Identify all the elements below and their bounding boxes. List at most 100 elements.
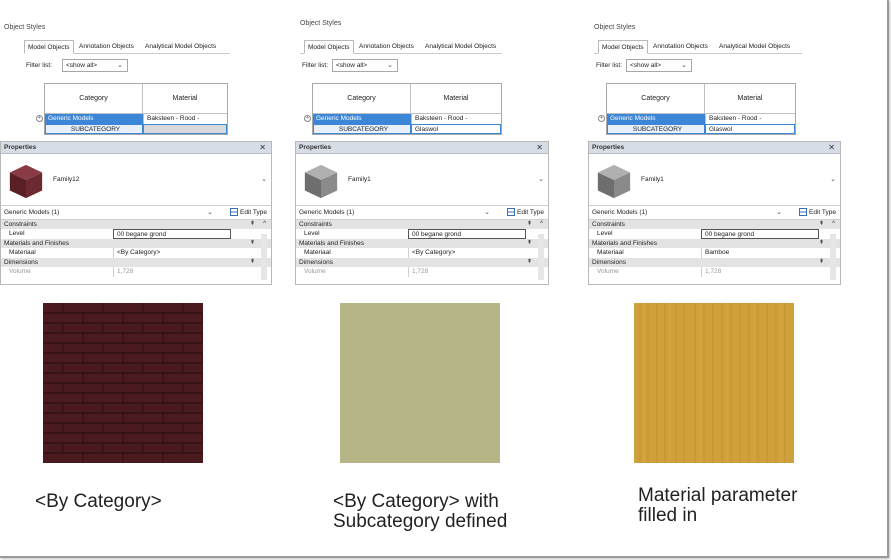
tab-annotation-objects[interactable]: Annotation Objects [76, 40, 137, 54]
row-sub-material[interactable]: Glaswol [705, 124, 795, 134]
material-swatch-bamboe [634, 303, 794, 463]
column-header-material[interactable]: Material [411, 84, 501, 113]
section-constraints[interactable]: Constraints ⇞ ^ [296, 220, 548, 229]
section-dimensions[interactable]: Dimensions ⇞ [1, 258, 271, 267]
section-materials[interactable]: Materials and Finishes ⇞ [1, 239, 271, 248]
type-selector[interactable]: Family12 ⌄ [1, 154, 271, 206]
cube-icon [597, 164, 631, 199]
instance-selector[interactable]: Generic Models (1) ⌄ Edit Type [296, 206, 548, 220]
table-row[interactable]: + Generic Models Baksteen - Rood - [304, 114, 501, 124]
volume-value: 1,728 [701, 267, 819, 277]
row-material[interactable]: Baksteen - Rood - [705, 114, 795, 124]
edit-type-button[interactable]: Edit Type [507, 206, 544, 220]
properties-palette: Properties ✕ Family12 ⌄ Generic Models (1… [0, 141, 272, 285]
table-row[interactable]: SUBCATEGORY Glaswol [607, 124, 795, 134]
instance-selector[interactable]: Generic Models (1) ⌄ Edit Type [1, 206, 271, 220]
instance-selector[interactable]: Generic Models (1) ⌄ Edit Type [589, 206, 840, 220]
edit-type-button[interactable]: Edit Type [230, 206, 267, 220]
chevron-down-icon[interactable]: ⌄ [776, 206, 782, 220]
filter-select[interactable]: <show all> ⌄ [332, 59, 398, 72]
table-row[interactable]: + Generic Models Baksteen - Rood - [36, 114, 227, 124]
row-material[interactable]: Baksteen - Rood - [143, 114, 227, 124]
instance-label: Generic Models (1) [592, 209, 648, 216]
collapse-icon[interactable]: ⇞ [819, 239, 824, 248]
scroll-up-icon[interactable]: ^ [540, 220, 543, 229]
column-header-category[interactable]: Category [313, 84, 411, 113]
chevron-down-icon: ⌄ [681, 62, 687, 69]
type-selector[interactable]: Family1 ⌄ [589, 154, 840, 206]
tab-annotation-objects[interactable]: Annotation Objects [650, 40, 711, 54]
section-dimensions[interactable]: Dimensions ⇞ [589, 258, 840, 267]
material-value[interactable]: <By Category> [408, 248, 526, 258]
tab-annotation-objects[interactable]: Annotation Objects [356, 40, 417, 54]
close-icon[interactable]: ✕ [536, 142, 543, 154]
chevron-down-icon[interactable]: ⌄ [207, 206, 213, 220]
level-value[interactable]: 00 begane grond [701, 229, 819, 239]
tab-model-objects[interactable]: Model Objects [598, 40, 648, 54]
column-header-category[interactable]: Category [607, 84, 705, 113]
tab-analytical-model-objects[interactable]: Analytical Model Objects [422, 40, 499, 54]
row-material[interactable]: Baksteen - Rood - [411, 114, 501, 124]
slide: Object Styles Model Objects Annotation O… [0, 0, 889, 558]
material-label: Materiaal [9, 249, 36, 256]
table-row[interactable]: + Generic Models Baksteen - Rood - [598, 114, 795, 124]
scroll-up-icon[interactable]: ^ [263, 220, 266, 229]
tab-strip: Model Objects Annotation Objects Analyti… [594, 40, 802, 54]
collapse-icon[interactable]: ⇞ [250, 220, 255, 229]
cube-icon [9, 164, 43, 199]
collapse-icon[interactable]: ⇞ [250, 258, 255, 267]
collapse-icon[interactable]: ⇞ [527, 239, 532, 248]
column-header-material[interactable]: Material [143, 84, 227, 113]
table-row[interactable]: SUBCATEGORY Glaswol [313, 124, 501, 134]
filter-select[interactable]: <show all> ⌄ [626, 59, 692, 72]
chevron-down-icon: ⌄ [387, 62, 393, 69]
scroll-up-icon[interactable]: ^ [832, 220, 835, 229]
table-row[interactable]: SUBCATEGORY [45, 124, 227, 134]
volume-label: Volume [304, 268, 326, 275]
filter-value: <show all> [336, 62, 368, 69]
row-sub-material[interactable] [143, 124, 227, 134]
category-table: Category Material + Generic Models Bakste… [36, 83, 228, 135]
volume-value: 1,728 [408, 267, 526, 277]
row-sub-material[interactable]: Glaswol [411, 124, 501, 134]
row-category: Generic Models [48, 115, 94, 122]
collapse-icon[interactable]: ⇞ [250, 239, 255, 248]
tab-analytical-model-objects[interactable]: Analytical Model Objects [142, 40, 219, 54]
section-materials[interactable]: Materials and Finishes ⇞ [296, 239, 548, 248]
section-constraints[interactable]: Constraints ⇞ ^ [1, 220, 271, 229]
collapse-icon[interactable]: ⇞ [819, 220, 824, 229]
tab-model-objects[interactable]: Model Objects [304, 40, 354, 54]
section-dimensions[interactable]: Dimensions ⇞ [296, 258, 548, 267]
collapse-icon[interactable]: ⇞ [819, 258, 824, 267]
material-value[interactable]: Bamboe [701, 248, 819, 258]
scrollbar[interactable] [538, 234, 544, 280]
scrollbar[interactable] [830, 234, 836, 280]
expand-icon[interactable]: + [598, 115, 605, 122]
material-label: Materiaal [304, 249, 331, 256]
type-selector[interactable]: Family1 ⌄ [296, 154, 548, 206]
collapse-icon[interactable]: ⇞ [527, 220, 532, 229]
dialog-title: Object Styles [300, 20, 342, 27]
expand-icon[interactable]: + [304, 115, 311, 122]
column-header-category[interactable]: Category [45, 84, 143, 113]
collapse-icon[interactable]: ⇞ [527, 258, 532, 267]
volume-label: Volume [9, 268, 31, 275]
row-category: Generic Models [316, 115, 362, 122]
section-materials[interactable]: Materials and Finishes ⇞ [589, 239, 840, 248]
column-header-material[interactable]: Material [705, 84, 795, 113]
property-row-volume: Volume 1,728 [589, 267, 840, 277]
material-value[interactable]: <By Category> [113, 248, 231, 258]
level-value[interactable]: 00 begane grond [113, 229, 231, 239]
filter-select[interactable]: <show all> ⌄ [62, 59, 128, 72]
chevron-down-icon[interactable]: ⌄ [484, 206, 490, 220]
expand-icon[interactable]: + [36, 115, 43, 122]
tab-analytical-model-objects[interactable]: Analytical Model Objects [716, 40, 793, 54]
level-value[interactable]: 00 begane grond [408, 229, 526, 239]
section-constraints[interactable]: Constraints ⇞ ^ [589, 220, 840, 229]
close-icon[interactable]: ✕ [259, 142, 266, 154]
scrollbar[interactable] [261, 234, 267, 280]
close-icon[interactable]: ✕ [828, 142, 835, 154]
filter-label: Filter list: [26, 62, 52, 69]
edit-type-button[interactable]: Edit Type [799, 206, 836, 220]
tab-model-objects[interactable]: Model Objects [24, 40, 74, 54]
